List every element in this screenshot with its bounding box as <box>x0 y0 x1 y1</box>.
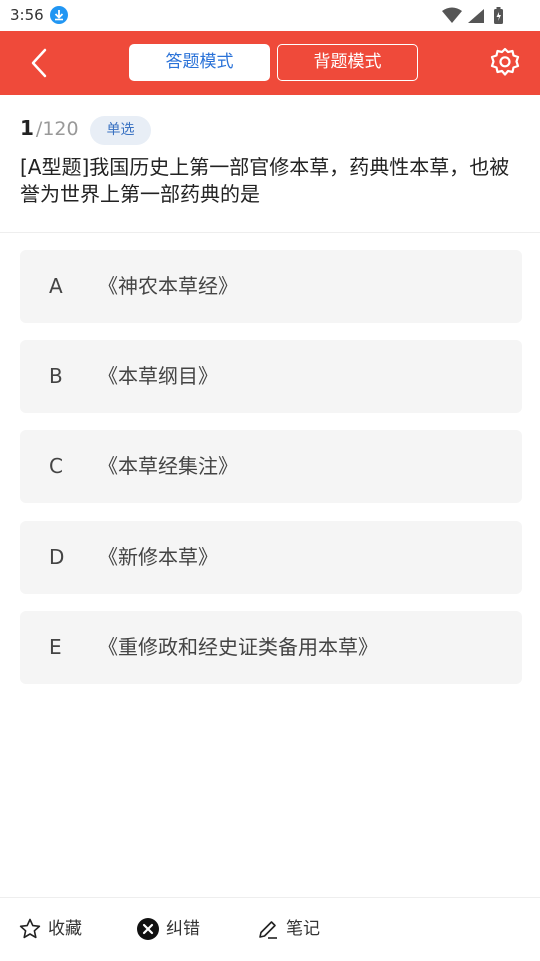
download-icon <box>50 6 68 24</box>
option-e[interactable]: E 《重修政和经史证类备用本草》 <box>20 611 522 684</box>
option-letter: D <box>49 545 65 569</box>
wifi-icon <box>442 7 462 23</box>
option-text: 《神农本草经》 <box>98 274 238 298</box>
notes-button[interactable]: 笔记 <box>256 898 326 961</box>
bottom-toolbar: 收藏 纠错 笔记 <box>0 897 540 960</box>
option-c[interactable]: C 《本草经集注》 <box>20 430 522 503</box>
option-b[interactable]: B 《本草纲目》 <box>20 340 522 413</box>
notes-label: 笔记 <box>286 919 320 939</box>
close-circle-icon <box>136 917 160 941</box>
report-error-label: 纠错 <box>166 919 200 939</box>
pencil-icon <box>256 917 280 941</box>
option-d[interactable]: D 《新修本草》 <box>20 521 522 594</box>
star-icon <box>18 917 42 941</box>
option-text: 《重修政和经史证类备用本草》 <box>98 635 378 659</box>
question-total: /120 <box>35 118 79 140</box>
back-button[interactable] <box>22 45 58 81</box>
option-text: 《新修本草》 <box>98 545 218 569</box>
gear-icon <box>490 47 520 76</box>
question-block: 1/120 单选 [A型题]我国历史上第一部官修本草，药典性本草，也被誉为世界上… <box>0 95 540 233</box>
question-type-badge: 单选 <box>90 116 151 145</box>
question-index: 1 <box>20 116 34 140</box>
battery-icon <box>494 7 503 24</box>
tab-answer-mode[interactable]: 答题模式 <box>129 44 270 81</box>
option-letter: C <box>49 454 63 478</box>
option-letter: E <box>49 635 62 659</box>
option-letter: A <box>49 274 63 298</box>
status-right-icons <box>440 6 510 26</box>
report-error-button[interactable]: 纠错 <box>136 898 206 961</box>
settings-button[interactable] <box>488 45 522 79</box>
status-bar: 3:56 <box>0 0 540 31</box>
mode-tabs: 答题模式 背题模式 <box>129 44 421 81</box>
option-text: 《本草纲目》 <box>98 364 218 388</box>
option-a[interactable]: A 《神农本草经》 <box>20 250 522 323</box>
signal-icon <box>468 9 484 23</box>
tab-recite-mode[interactable]: 背题模式 <box>277 44 418 81</box>
favorite-label: 收藏 <box>48 919 82 939</box>
option-text: 《本草经集注》 <box>98 454 238 478</box>
favorite-button[interactable]: 收藏 <box>18 898 88 961</box>
question-text: [A型题]我国历史上第一部官修本草，药典性本草，也被誉为世界上第一部药典的是 <box>20 155 510 206</box>
status-time: 3:56 <box>10 6 44 24</box>
app-header: 答题模式 背题模式 <box>0 31 540 95</box>
question-meta: 1/120 单选 <box>20 116 151 146</box>
option-letter: B <box>49 364 63 388</box>
chevron-left-icon <box>31 48 47 78</box>
